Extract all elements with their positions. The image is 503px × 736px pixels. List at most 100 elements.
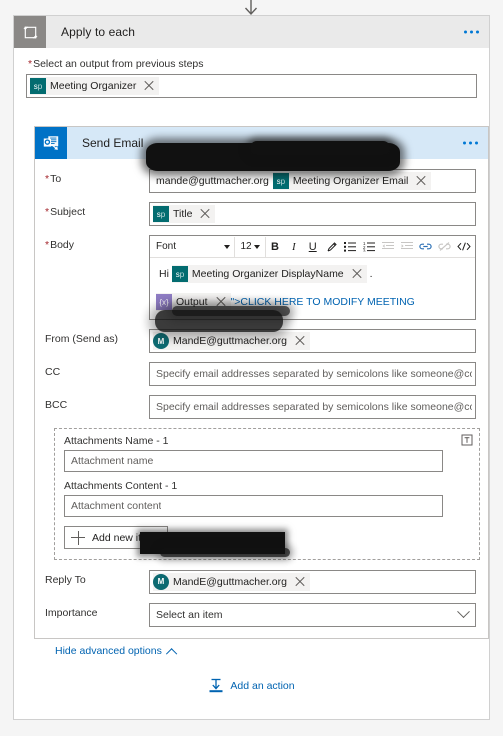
field-row-body: *Body Font 12 B I U 1 2 3 Hi s p Meeting… (45, 235, 476, 320)
token-label: Meeting Organizer (50, 80, 137, 92)
attachments-name-input[interactable]: Attachment name (64, 450, 443, 472)
token-label: Title (173, 208, 193, 220)
reply-to-input[interactable]: M MandE@guttmacher.org (149, 569, 476, 594)
required-asterisk: * (45, 206, 50, 218)
importance-dropdown[interactable]: Select an item (149, 602, 476, 627)
token-label: MandE@guttmacher.org (173, 575, 287, 588)
token-chip-organizer-displayname[interactable]: sp Meeting Organizer DisplayName (171, 265, 367, 283)
required-asterisk: * (45, 239, 50, 251)
apply-to-each-header[interactable]: Apply to each (14, 16, 489, 48)
delete-attachment-icon[interactable] (460, 433, 474, 447)
flow-designer-canvas: Apply to each *Select an output from pre… (0, 0, 503, 736)
hide-advanced-options-toggle[interactable]: Hide advanced options (55, 644, 178, 659)
close-icon[interactable] (293, 575, 307, 589)
loop-icon (14, 16, 46, 48)
numbered-list-icon[interactable]: 1 2 3 (360, 237, 379, 257)
sharepoint-token-icon: sp (171, 266, 188, 282)
body-link-text: ">CLICK HERE TO MODIFY MEETING (230, 296, 415, 308)
ellipsis-dot (464, 30, 467, 34)
token-chip-reply-to-address[interactable]: M MandE@guttmacher.org (153, 572, 310, 591)
down-arrow-icon (244, 0, 258, 16)
svg-text:3: 3 (363, 248, 366, 252)
send-email-title: Send Email (82, 136, 144, 150)
field-row-bcc: BCC Specify email addresses separated by… (45, 395, 476, 419)
bulleted-list-icon[interactable] (341, 237, 360, 257)
apply-to-each-title: Apply to each (61, 25, 136, 39)
send-email-menu-button[interactable] (463, 141, 478, 145)
close-icon[interactable] (198, 207, 212, 221)
select-output-input[interactable]: sp Meeting Organizer (26, 74, 477, 98)
sharepoint-token-icon: sp (272, 173, 289, 189)
remove-link-icon[interactable] (435, 237, 454, 257)
token-label: MandE@guttmacher.org (173, 335, 287, 347)
chevron-down-icon (253, 244, 260, 249)
attachments-name-placeholder: Attachment name (71, 455, 154, 467)
italic-button[interactable]: I (284, 237, 303, 257)
add-action-icon (209, 678, 223, 693)
attachments-content-input[interactable]: Attachment content (64, 495, 443, 517)
close-icon[interactable] (214, 295, 228, 309)
hide-advanced-options-label: Hide advanced options (55, 644, 162, 657)
close-icon[interactable] (142, 79, 156, 93)
font-size-dropdown[interactable]: 12 (235, 236, 266, 257)
font-size-value: 12 (240, 241, 252, 252)
bcc-label: BCC (45, 399, 68, 411)
token-chip-output[interactable]: {x} Output (156, 293, 231, 311)
indent-icon[interactable] (398, 237, 417, 257)
rte-toolbar: Font 12 B I U 1 2 3 (150, 236, 475, 258)
loop-glyph (23, 25, 37, 39)
body-greeting-text: Hi (159, 268, 169, 280)
body-line-2: {x} Output ">CLICK HERE TO MODIFY MEETIN… (156, 293, 469, 311)
token-chip-meeting-organizer[interactable]: sp Meeting Organizer (30, 77, 160, 95)
to-typed-value: mande@guttmacher.org (156, 175, 269, 187)
send-email-fields: *To mande@guttmacher.org sp Meeting Orga… (35, 159, 488, 659)
body-editor-content[interactable]: Hi sp Meeting Organizer DisplayName . {x… (150, 258, 475, 319)
body-label: *Body (45, 239, 75, 251)
apply-to-each-body: *Select an output from previous steps sp… (14, 48, 489, 98)
ellipsis-dot (475, 141, 478, 145)
subject-input[interactable]: sp Title (149, 202, 476, 226)
underline-button[interactable]: U (303, 237, 322, 257)
token-chip-from-address[interactable]: M MandE@guttmacher.org (153, 332, 310, 350)
field-row-to: *To mande@guttmacher.org sp Meeting Orga… (45, 169, 476, 193)
send-email-header[interactable]: Send Email (35, 127, 488, 159)
subject-label: *Subject (45, 206, 86, 218)
font-family-dropdown[interactable]: Font (152, 236, 236, 257)
field-row-reply-to: Reply To M MandE@guttmacher.org (45, 569, 476, 594)
send-email-card: Send Email *To mande@guttmacher.org s p … (34, 126, 489, 659)
close-icon[interactable] (350, 267, 364, 281)
close-icon[interactable] (293, 334, 307, 348)
apply-to-each-card: Apply to each *Select an output from pre… (13, 15, 490, 720)
sharepoint-token-icon: sp (153, 206, 169, 222)
chevron-down-icon (224, 244, 231, 249)
bold-button[interactable]: B (266, 237, 285, 257)
bcc-placeholder: Specify email addresses separated by sem… (156, 401, 472, 413)
from-input[interactable]: M MandE@guttmacher.org (149, 329, 476, 353)
token-label: Meeting Organizer DisplayName (191, 268, 344, 280)
to-input[interactable]: mande@guttmacher.org sp Meeting Organize… (149, 169, 476, 193)
close-icon[interactable] (414, 174, 428, 188)
body-period-text: . (369, 268, 373, 280)
field-row-subject: *Subject sp Title (45, 202, 476, 226)
add-new-item-button[interactable]: Add new item (64, 526, 168, 549)
body-rich-text-editor[interactable]: Font 12 B I U 1 2 3 Hi s p Meeting Organ… (149, 235, 476, 320)
outdent-icon[interactable] (379, 237, 398, 257)
cc-input[interactable]: Specify email addresses separated by sem… (149, 362, 476, 386)
apply-to-each-menu-button[interactable] (464, 30, 479, 34)
field-row-importance: Importance Select an item (45, 602, 476, 627)
body-line-1: Hi sp Meeting Organizer DisplayName . (156, 265, 469, 283)
insert-link-icon[interactable] (416, 237, 435, 257)
token-chip-meeting-organizer-email[interactable]: sp Meeting Organizer Email (272, 172, 432, 190)
bcc-input[interactable]: Specify email addresses separated by sem… (149, 395, 476, 419)
expression-token-icon: {x} (156, 294, 172, 310)
plus-icon (71, 530, 85, 545)
code-view-icon[interactable] (454, 237, 473, 257)
required-asterisk: * (45, 173, 50, 185)
pen-highlight-icon[interactable] (322, 237, 341, 257)
from-label: From (Send as) (45, 333, 118, 345)
ellipsis-dot (470, 30, 473, 34)
token-chip-title[interactable]: sp Title (153, 205, 216, 223)
add-an-action-button[interactable]: Add an action (14, 678, 489, 694)
token-label: Output (176, 296, 208, 308)
required-asterisk: * (28, 58, 33, 70)
